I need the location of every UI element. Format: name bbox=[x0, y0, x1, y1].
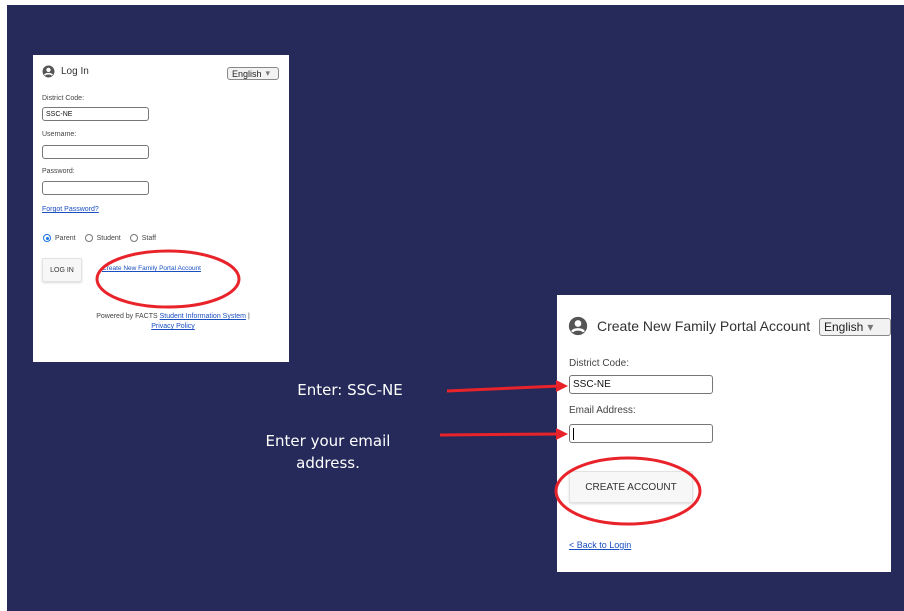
radio-staff[interactable] bbox=[129, 234, 138, 242]
privacy-policy-link[interactable]: Privacy Policy bbox=[151, 323, 195, 330]
user-circle-icon bbox=[42, 65, 55, 78]
role-radio-group: Parent Student Staff bbox=[43, 234, 165, 242]
back-to-login-link[interactable]: < Back to Login bbox=[569, 540, 631, 550]
create-account-link[interactable]: Create New Family Portal Account bbox=[102, 265, 201, 272]
email-label: Email Address: bbox=[569, 405, 636, 416]
login-button[interactable]: LOG IN bbox=[42, 258, 82, 282]
create-title-text: Create New Family Portal Account bbox=[597, 318, 811, 334]
create-title: Create New Family Portal Account bbox=[568, 316, 810, 336]
login-title-text: Log In bbox=[61, 66, 89, 77]
role-option-parent[interactable]: Parent bbox=[43, 234, 76, 242]
powered-by-text: Powered by FACTS bbox=[96, 313, 158, 320]
create-district-value: SSC-NE bbox=[573, 379, 611, 390]
role-label-parent: Parent bbox=[55, 234, 76, 242]
sis-link[interactable]: Student Information System bbox=[160, 313, 246, 320]
create-district-input[interactable]: SSC-NE bbox=[569, 375, 713, 394]
role-label-student: Student bbox=[96, 234, 121, 242]
radio-parent[interactable] bbox=[43, 234, 51, 242]
login-district-value: SSC-NE bbox=[46, 110, 73, 118]
login-language-value: English bbox=[232, 68, 262, 79]
email-instruction-line1: Enter your email bbox=[265, 432, 391, 450]
login-language-select[interactable]: English ▾ bbox=[227, 67, 279, 80]
login-district-label: District Code: bbox=[42, 95, 85, 102]
powered-by-footer: Powered by FACTS Student Information Sys… bbox=[63, 312, 283, 332]
chevron-down-icon: ▾ bbox=[867, 320, 874, 334]
radio-student[interactable] bbox=[84, 234, 93, 242]
email-instruction-line2: address. bbox=[296, 454, 360, 472]
create-language-value: English bbox=[824, 320, 864, 334]
footer-separator: | bbox=[247, 313, 250, 320]
role-option-staff[interactable]: Staff bbox=[129, 234, 157, 242]
forgot-password-link[interactable]: Forgot Password? bbox=[42, 206, 99, 213]
password-label: Password: bbox=[42, 168, 75, 175]
role-option-student[interactable]: Student bbox=[84, 234, 121, 242]
email-instruction: Enter your email address. bbox=[228, 430, 428, 474]
district-instruction: Enter: SSC-NE bbox=[297, 381, 403, 399]
role-label-staff: Staff bbox=[141, 234, 157, 242]
login-panel: Log In English ▾ District Code: SSC-NE U… bbox=[33, 55, 289, 362]
username-input[interactable] bbox=[42, 145, 149, 159]
login-title: Log In bbox=[42, 65, 89, 78]
chevron-down-icon: ▾ bbox=[265, 68, 271, 78]
user-circle-icon bbox=[568, 316, 588, 336]
create-account-button[interactable]: CREATE ACCOUNT bbox=[569, 471, 693, 503]
username-label: Username: bbox=[42, 131, 77, 138]
password-input[interactable] bbox=[42, 181, 149, 195]
create-language-select[interactable]: English ▾ bbox=[819, 318, 891, 336]
email-input[interactable] bbox=[569, 424, 713, 443]
login-district-input[interactable]: SSC-NE bbox=[42, 107, 149, 121]
create-district-label: District Code: bbox=[569, 358, 630, 369]
create-account-panel: Create New Family Portal Account English… bbox=[557, 295, 891, 572]
text-cursor bbox=[573, 427, 574, 440]
